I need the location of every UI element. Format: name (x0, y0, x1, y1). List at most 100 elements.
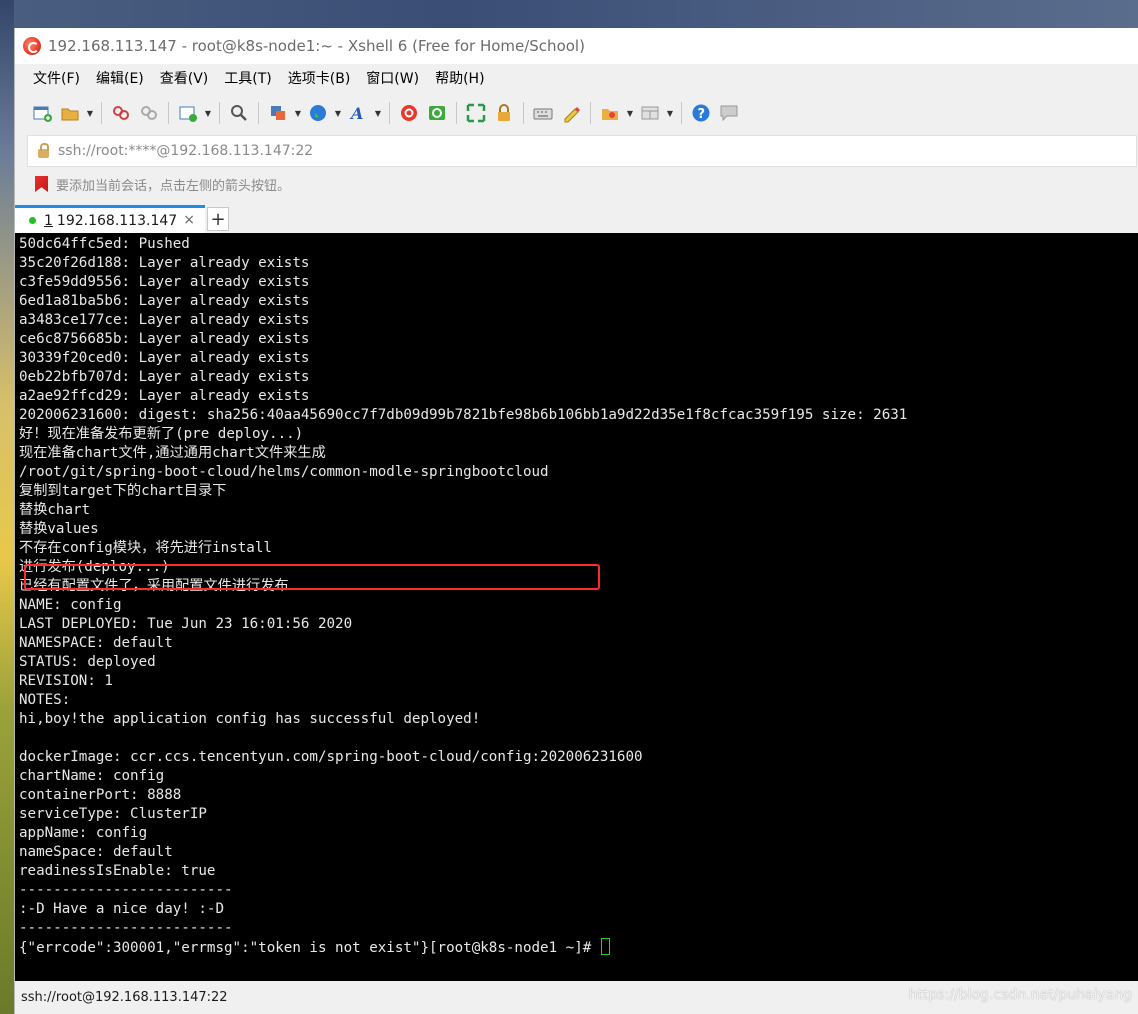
keyboard-icon (533, 108, 553, 120)
terminal-line: STATUS: deployed (19, 654, 156, 670)
title-bar[interactable]: 192.168.113.147 - root@k8s-node1:~ - Xsh… (15, 28, 1138, 64)
terminal-line: 好！现在准备发布更新了(pre deploy...) (19, 426, 304, 442)
new-tab-icon (179, 106, 197, 122)
menu-bar: 文件(F) 编辑(E) 查看(V) 工具(T) 选项卡(B) 窗口(W) 帮助(… (15, 64, 1138, 94)
menu-edit[interactable]: 编辑(E) (88, 64, 152, 94)
terminal-cursor (600, 938, 610, 955)
lock-button[interactable] (491, 100, 517, 126)
terminal-line: NOTES: (19, 692, 71, 708)
terminal-line: nameSpace: default (19, 844, 173, 860)
tab-close-icon[interactable]: × (183, 212, 195, 228)
properties-icon (271, 106, 285, 120)
highlight-icon (564, 107, 580, 123)
layout-dropdown-icon[interactable]: ▼ (665, 109, 675, 118)
toolbar-divider (168, 102, 169, 124)
session-hint-bar: 要添加当前会话，点击左侧的箭头按钮。 (15, 167, 1138, 201)
font-icon: A (349, 104, 363, 123)
chat-button[interactable] (716, 100, 742, 126)
add-tab-button[interactable]: + (207, 207, 229, 231)
xftp-button[interactable] (424, 100, 450, 126)
new-tab-button[interactable] (175, 100, 201, 126)
menu-tab[interactable]: 选项卡(B) (280, 64, 359, 94)
find-button[interactable] (226, 100, 252, 126)
connected-status-icon (29, 217, 36, 224)
window-title: 192.168.113.147 - root@k8s-node1:~ - Xsh… (48, 37, 585, 55)
help-button[interactable]: ? (688, 100, 714, 126)
terminal-line: containerPort: 8888 (19, 787, 182, 803)
terminal-line: 替换chart (19, 502, 91, 518)
terminal-line: dockerImage: ccr.ccs.tencentyun.com/spri… (19, 749, 643, 765)
new-session-button[interactable] (29, 100, 55, 126)
toolbar-divider (219, 102, 220, 124)
terminal-line: chartName: config (19, 768, 165, 784)
terminal-line: ------------------------- (19, 882, 233, 898)
xshell-icon (401, 105, 417, 121)
terminal-line: 现在准备chart文件,通过通用chart文件来生成 (19, 445, 326, 461)
tab-bar: 1 192.168.113.147 × + (15, 201, 1138, 233)
terminal-line: 35c20f26d188: Layer already exists (19, 255, 310, 271)
layout-icon (641, 106, 659, 120)
compose-button[interactable] (597, 100, 623, 126)
terminal-line: NAME: config (19, 597, 122, 613)
globe-icon (310, 105, 326, 121)
new-session-icon (33, 106, 52, 122)
terminal-output[interactable]: 50dc64ffc5ed: Pushed 35c20f26d188: Layer … (15, 233, 1138, 981)
disconnect-button[interactable] (136, 100, 162, 126)
terminal-line: 0eb22bfb707d: Layer already exists (19, 369, 310, 385)
terminal-line: 复制到target下的chart目录下 (19, 483, 227, 499)
desktop-wallpaper-top (0, 0, 1138, 28)
terminal-line: serviceType: ClusterIP (19, 806, 207, 822)
globe-button[interactable] (305, 100, 331, 126)
keyboard-button[interactable] (530, 100, 556, 126)
toolbar: ▼ ▼ ▼ ▼ A ▼ ▼ ▼ ? (15, 94, 1138, 132)
address-bar[interactable]: ssh://root:****@192.168.113.147:22 (27, 135, 1137, 167)
open-dropdown-icon[interactable]: ▼ (85, 109, 95, 118)
terminal-line: /root/git/spring-boot-cloud/helms/common… (19, 464, 549, 480)
open-button[interactable] (57, 100, 83, 126)
address-lock-icon (38, 142, 49, 158)
compose-dropdown-icon[interactable]: ▼ (625, 109, 635, 118)
tab-session-1[interactable]: 1 192.168.113.147 × (15, 205, 205, 233)
toolbar-divider (523, 102, 524, 124)
menu-tools[interactable]: 工具(T) (216, 64, 279, 94)
xftp-icon (429, 106, 445, 120)
session-hint-text: 要添加当前会话，点击左侧的箭头按钮。 (56, 178, 291, 194)
toolbar-divider (258, 102, 259, 124)
csdn-watermark: https://blog.csdn.net/puhaiyang (908, 987, 1132, 1003)
menu-file[interactable]: 文件(F) (25, 64, 88, 94)
properties-dropdown-icon[interactable]: ▼ (293, 109, 303, 118)
connect-icon (113, 106, 129, 120)
terminal-line: 不存在config模块，将先进行install (19, 540, 272, 556)
svg-text:?: ? (698, 107, 706, 122)
terminal-line: hi,boy!the application config has succes… (19, 711, 481, 727)
terminal-line: REVISION: 1 (19, 673, 113, 689)
highlight-button[interactable] (558, 100, 584, 126)
toolbar-divider (681, 102, 682, 124)
fullscreen-button[interactable] (463, 100, 489, 126)
xshell-button[interactable] (396, 100, 422, 126)
terminal-line: 50dc64ffc5ed: Pushed (19, 236, 190, 252)
menu-window[interactable]: 窗口(W) (358, 64, 427, 94)
open-folder-icon (61, 108, 79, 121)
globe-dropdown-icon[interactable]: ▼ (333, 109, 343, 118)
fullscreen-icon (466, 103, 486, 123)
terminal-line: ------------------------- (19, 920, 233, 936)
new-tab-dropdown-icon[interactable]: ▼ (203, 109, 213, 118)
svg-text:A: A (349, 104, 363, 123)
chat-icon (720, 105, 738, 122)
terminal-line: LAST DEPLOYED: Tue Jun 23 16:01:56 2020 (19, 616, 353, 632)
address-value: ssh://root:****@192.168.113.147:22 (58, 143, 314, 159)
connect-button[interactable] (108, 100, 134, 126)
properties-button[interactable] (265, 100, 291, 126)
annotation-highlight-box (24, 564, 600, 590)
status-connection-text: ssh://root@192.168.113.147:22 (21, 990, 228, 1005)
terminal-line: appName: config (19, 825, 148, 841)
font-button[interactable]: A (345, 100, 371, 126)
desktop-wallpaper-left (0, 0, 14, 1014)
add-session-arrow-icon[interactable] (35, 176, 48, 192)
menu-view[interactable]: 查看(V) (152, 64, 217, 94)
layout-button[interactable] (637, 100, 663, 126)
toolbar-divider (389, 102, 390, 124)
menu-help[interactable]: 帮助(H) (427, 64, 492, 94)
font-dropdown-icon[interactable]: ▼ (373, 109, 383, 118)
